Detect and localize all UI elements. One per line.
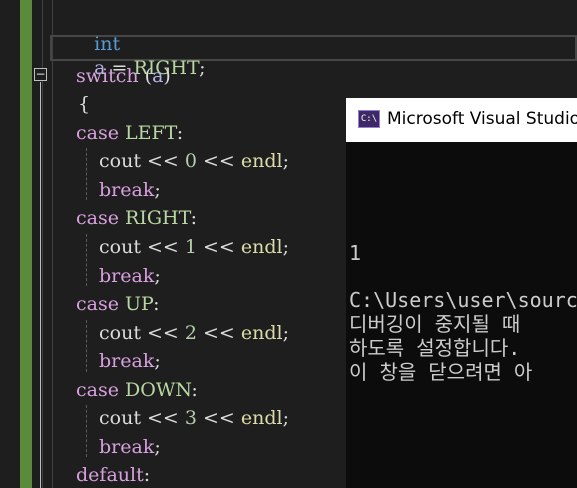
identifier: a: [152, 65, 164, 87]
punctuation: ;: [154, 350, 161, 372]
punctuation: (: [138, 65, 153, 87]
identifier: endl: [240, 236, 283, 258]
code-line[interactable]: cout << 0 << endl;: [99, 149, 289, 173]
keyword: break: [99, 179, 155, 201]
console-output-line: 1: [349, 241, 362, 265]
indent-guide: [86, 320, 87, 372]
code-line[interactable]: default:: [76, 463, 150, 487]
keyword: default: [76, 464, 144, 486]
punctuation: ;: [282, 322, 290, 344]
identifier: cout: [99, 322, 141, 344]
console-app-icon: C:\: [358, 110, 380, 128]
keyword: int: [94, 33, 121, 55]
punctuation: ;: [199, 57, 206, 79]
operator: <<: [196, 407, 241, 429]
keyword: case: [76, 122, 119, 144]
console-output-line: C:\Users\user\sourc: [349, 288, 577, 312]
enum-value: RIGHT: [125, 207, 191, 229]
number: 0: [184, 150, 197, 172]
code-line[interactable]: int a = RIGHT;: [70, 8, 205, 104]
code-line[interactable]: {: [78, 92, 90, 116]
collapse-icon[interactable]: −: [34, 68, 47, 81]
keyword: case: [76, 207, 119, 229]
code-line[interactable]: cout << 3 << endl;: [99, 406, 289, 430]
identifier: endl: [240, 407, 283, 429]
operator: <<: [196, 236, 241, 258]
code-line[interactable]: case LEFT:: [76, 121, 183, 145]
punctuation: :: [143, 464, 151, 486]
enum-value: DOWN: [125, 379, 192, 401]
console-output-line: 하도록 설정합니다.: [349, 336, 521, 360]
punctuation: ): [163, 65, 171, 87]
code-line[interactable]: switch (a): [76, 64, 171, 88]
code-line[interactable]: cout << 2 << endl;: [99, 321, 289, 345]
identifier: cout: [99, 407, 141, 429]
punctuation: :: [190, 207, 197, 229]
keyword: break: [99, 350, 155, 372]
console-title-bar[interactable]: C:\ Microsoft Visual Studio: [346, 98, 577, 142]
console-output-line: 디버깅이 중지될 때: [349, 312, 521, 336]
punctuation: ;: [154, 179, 161, 201]
code-line[interactable]: break;: [99, 435, 161, 459]
brace: {: [78, 93, 91, 115]
code-line[interactable]: case RIGHT:: [76, 206, 197, 230]
operator: <<: [140, 322, 185, 344]
indent-guide: [86, 234, 87, 286]
keyword: case: [76, 293, 119, 315]
debug-console-window[interactable]: C:\ Microsoft Visual Studio 1 C:\Users\u…: [346, 98, 577, 488]
punctuation: :: [153, 293, 160, 315]
identifier: endl: [240, 322, 283, 344]
punctuation: ;: [282, 236, 290, 258]
editor-margin: [0, 0, 20, 488]
operator: <<: [140, 407, 185, 429]
keyword: break: [99, 265, 155, 287]
punctuation: ;: [154, 265, 161, 287]
indent-guide: [86, 405, 87, 457]
keyword: switch: [76, 65, 139, 87]
punctuation: :: [191, 379, 198, 401]
punctuation: ;: [282, 407, 290, 429]
indent-guide: [86, 148, 87, 200]
operator: <<: [196, 150, 241, 172]
operator: <<: [140, 150, 185, 172]
operator: <<: [196, 322, 241, 344]
punctuation: ;: [282, 150, 290, 172]
enum-value: UP: [125, 293, 154, 315]
identifier: endl: [240, 150, 283, 172]
number: 1: [184, 236, 197, 258]
punctuation: ;: [154, 436, 161, 458]
identifier: cout: [99, 236, 141, 258]
code-line[interactable]: break;: [99, 264, 161, 288]
change-tracking-bar: [20, 0, 32, 488]
operator: <<: [140, 236, 185, 258]
code-line[interactable]: cout << 1 << endl;: [99, 235, 289, 259]
code-line[interactable]: break;: [99, 178, 161, 202]
keyword: case: [76, 379, 119, 401]
enum-value: LEFT: [125, 122, 177, 144]
keyword: break: [99, 436, 155, 458]
console-title: Microsoft Visual Studio: [387, 109, 577, 129]
code-line[interactable]: case DOWN:: [76, 378, 198, 402]
fold-region-line: [40, 82, 41, 488]
console-output-line: 이 창을 닫으려면 아: [349, 360, 533, 384]
indent-guide: [52, 0, 53, 488]
code-line[interactable]: break;: [99, 349, 161, 373]
punctuation: :: [176, 122, 184, 144]
code-line[interactable]: case UP:: [76, 292, 160, 316]
number: 2: [184, 322, 197, 344]
number: 3: [184, 407, 197, 429]
identifier: cout: [99, 150, 141, 172]
